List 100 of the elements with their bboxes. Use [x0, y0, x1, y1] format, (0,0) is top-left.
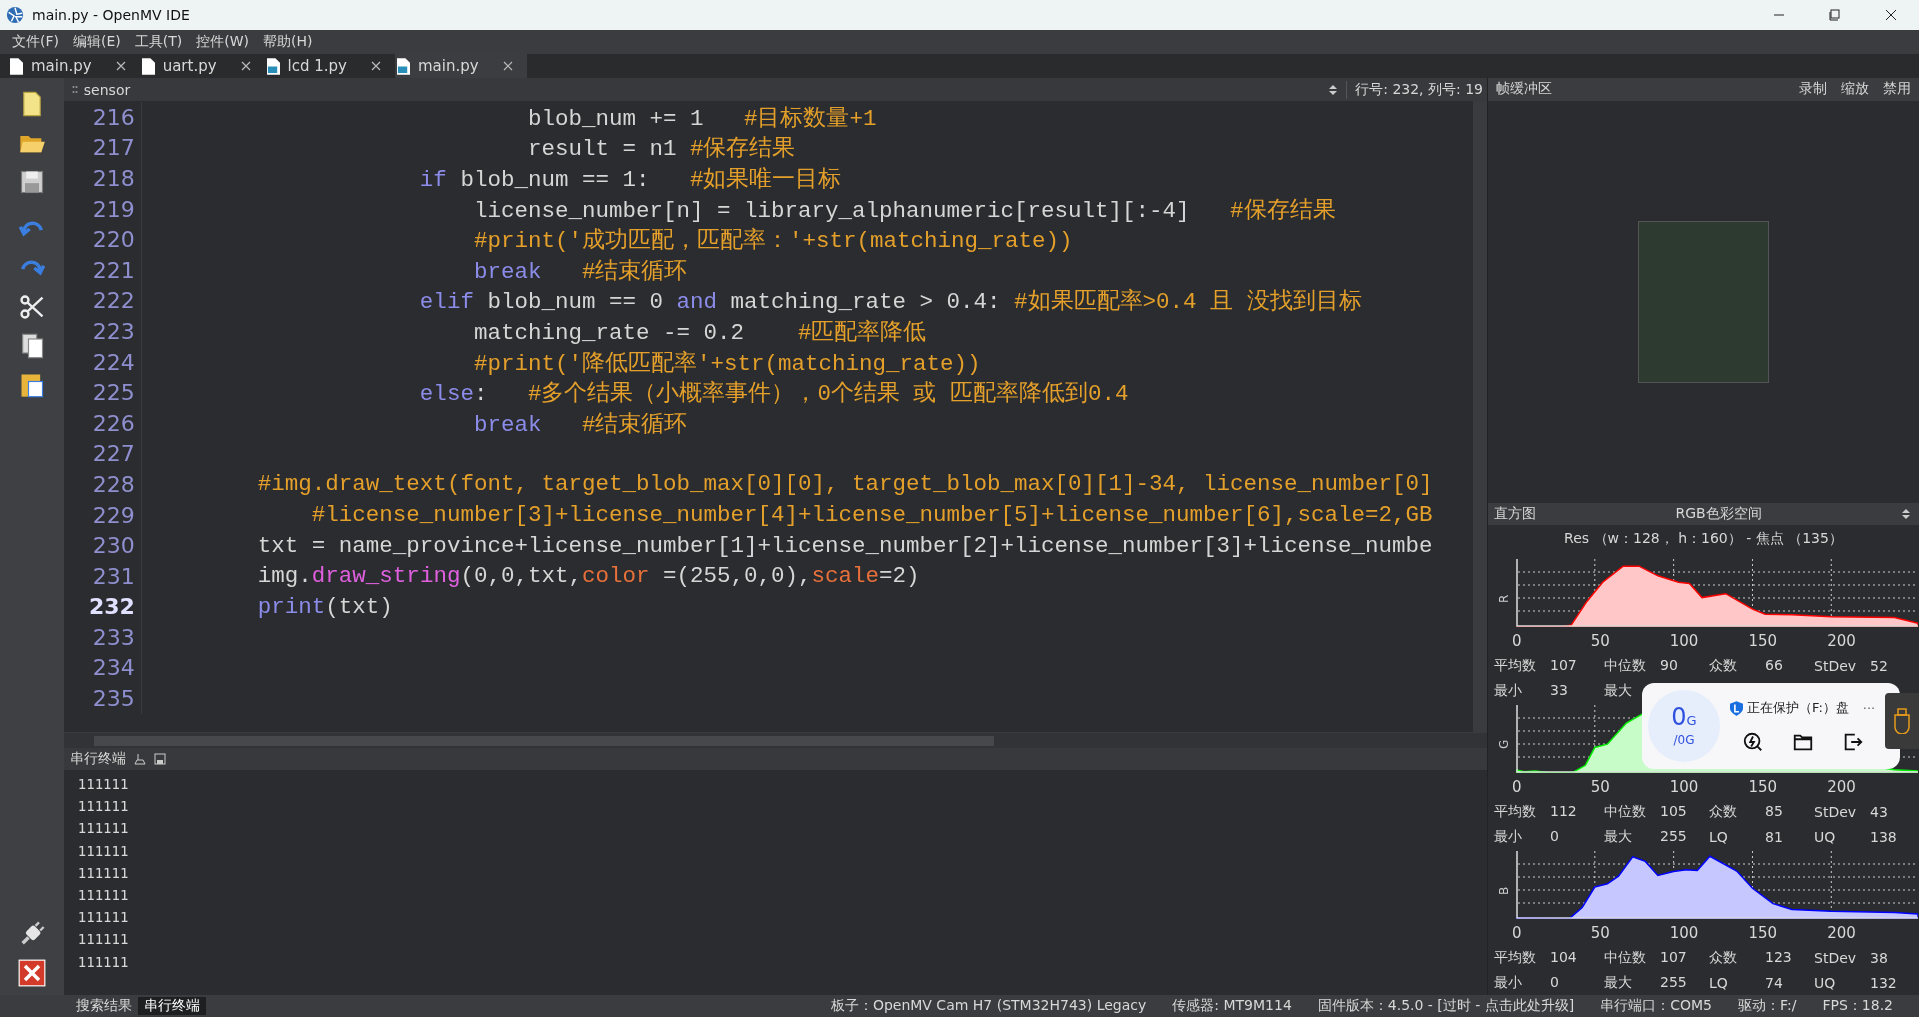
stat-value: 66: [1765, 656, 1783, 675]
code-line: result = n1 #保存结果: [526, 135, 796, 164]
axis-tick: 50: [1590, 778, 1610, 796]
bottom-tab[interactable]: 搜索结果: [70, 997, 138, 1015]
line-number: 219: [63, 193, 142, 225]
menu-item[interactable]: 文件(F): [12, 33, 59, 51]
stat-value: 123: [1765, 948, 1792, 967]
stat-value: 105: [1660, 802, 1687, 821]
stat-label: 最大: [1604, 973, 1633, 992]
code-line: print(txt): [256, 593, 393, 620]
python-file-icon: [266, 57, 280, 75]
broom-icon[interactable]: [133, 753, 146, 765]
terminal-line: 111111: [77, 885, 130, 905]
line-number: 228: [63, 469, 142, 500]
stat-value: 255: [1660, 827, 1687, 846]
stat-label: 最大: [1604, 681, 1633, 700]
sort-arrows-icon[interactable]: [1901, 507, 1911, 522]
stat-label: UQ: [1814, 828, 1837, 845]
code-line: #print('成功匹配，匹配率：'+str(matching_rate)): [472, 227, 1073, 256]
window-title: main.py - OpenMV IDE: [32, 7, 190, 23]
line-number: 229: [63, 499, 142, 531]
stop-icon[interactable]: [17, 959, 46, 987]
bottom-tab[interactable]: 串行终端: [138, 997, 206, 1015]
horizontal-scrollbar[interactable]: [63, 732, 1487, 748]
menu-item[interactable]: 帮助(H): [263, 33, 313, 51]
code-line: blob_num += 1 #目标数量+1: [526, 104, 877, 133]
line-number: 222: [63, 285, 142, 317]
color-space-dropdown[interactable]: RGB色彩空间: [1536, 505, 1901, 524]
stat-value: 132: [1870, 974, 1897, 991]
stat-value: 52: [1870, 657, 1888, 674]
menu-item[interactable]: 工具(T): [134, 33, 183, 51]
stat-label: 最小: [1494, 973, 1523, 992]
close-icon[interactable]: [240, 61, 251, 71]
close-icon[interactable]: [115, 61, 126, 71]
resolution-label: Res （w：128， h：160） - 焦点 （135）: [1563, 529, 1844, 548]
line-number: 225: [63, 377, 142, 408]
maximize-icon[interactable]: [1829, 9, 1841, 21]
file-tab[interactable]: main.py: [8, 54, 140, 78]
python-file-icon: [397, 57, 410, 75]
toolbar-button[interactable]: 禁用: [1883, 80, 1911, 99]
stat-value: 33: [1550, 681, 1568, 700]
axis-tick: 150: [1748, 632, 1778, 650]
stat-label: 最大: [1604, 827, 1633, 846]
menu-item[interactable]: 控件(W): [196, 33, 250, 51]
terminal-line: 111111: [77, 930, 130, 950]
stat-label: 中位数: [1604, 656, 1647, 675]
sort-arrows-icon[interactable]: [1328, 82, 1339, 97]
stat-value: 81: [1765, 828, 1783, 845]
lightning-search-icon[interactable]: [1742, 731, 1764, 753]
usb-drive-tab[interactable]: [1885, 693, 1919, 749]
toolbar-button[interactable]: 录制: [1799, 80, 1827, 99]
axis-tick: 200: [1827, 778, 1856, 796]
stat-value: 43: [1870, 803, 1888, 820]
status-item: 串行端口：COM5: [1600, 997, 1713, 1015]
symbol-selector[interactable]: sensor: [83, 81, 1329, 98]
tab-label: main.py: [418, 57, 479, 75]
file-tab[interactable]: uart.py: [139, 54, 265, 78]
status-item: 驱动：F:/: [1738, 997, 1797, 1015]
status-item: 板子：OpenMV Cam H7 (STM32H743) Legacy: [830, 997, 1147, 1015]
save-icon[interactable]: [153, 753, 166, 765]
close-icon[interactable]: [371, 61, 381, 71]
status-item: FPS：18.2: [1822, 997, 1893, 1015]
tab-label: lcd 1.py: [287, 57, 347, 75]
vertical-scrollbar[interactable]: [1473, 101, 1487, 732]
menu-item[interactable]: 编辑(E): [73, 33, 121, 51]
axis-label: B: [1497, 885, 1511, 895]
line-number: 233: [63, 622, 142, 653]
code-line: else: #多个结果（小概率事件），0个结果 或 匹配率降低到0.4: [418, 380, 1129, 409]
axis-tick: 200: [1827, 632, 1856, 650]
line-number: 227: [63, 438, 142, 470]
stat-label: 最小: [1494, 681, 1523, 700]
stat-label: 最小: [1494, 827, 1523, 846]
stat-value: 38: [1870, 949, 1888, 966]
terminal-line: 111111: [77, 841, 130, 861]
code-line: #img.draw_text(font, target_blob_max[0][0], target_blob_max[0][1]-34, license_number[0]: [256, 471, 1433, 498]
stat-label: 平均数: [1494, 802, 1537, 821]
stat-label: 众数: [1709, 656, 1738, 675]
stat-value: 74: [1765, 974, 1783, 991]
stat-label: UQ: [1814, 974, 1837, 991]
stat-label: 众数: [1709, 802, 1738, 821]
axis-tick: 50: [1590, 632, 1610, 650]
more-button[interactable]: ···: [1862, 700, 1876, 716]
exit-icon[interactable]: [1842, 731, 1864, 753]
code-line: break #结束循环: [472, 410, 688, 439]
stat-value: 138: [1870, 828, 1897, 845]
cut-icon[interactable]: [17, 293, 46, 321]
file-tab[interactable]: main.py: [395, 54, 527, 78]
terminal-line: 111111: [77, 775, 130, 794]
terminal-line: 111111: [77, 819, 130, 839]
gauge-value: 0G: [1671, 705, 1697, 733]
popup-status: 正在保护（F:）盘: [1747, 699, 1849, 717]
axis-tick: 100: [1669, 632, 1699, 650]
file-tab[interactable]: lcd 1.py: [264, 54, 395, 78]
axis-tick: 0: [1512, 778, 1522, 796]
line-number: 226: [63, 407, 142, 439]
toolbar-button[interactable]: 缩放: [1841, 80, 1869, 99]
close-icon[interactable]: [1885, 9, 1897, 21]
tab-label: main.py: [31, 57, 92, 75]
tab-label: uart.py: [162, 57, 217, 75]
line-number: 221: [63, 254, 142, 286]
